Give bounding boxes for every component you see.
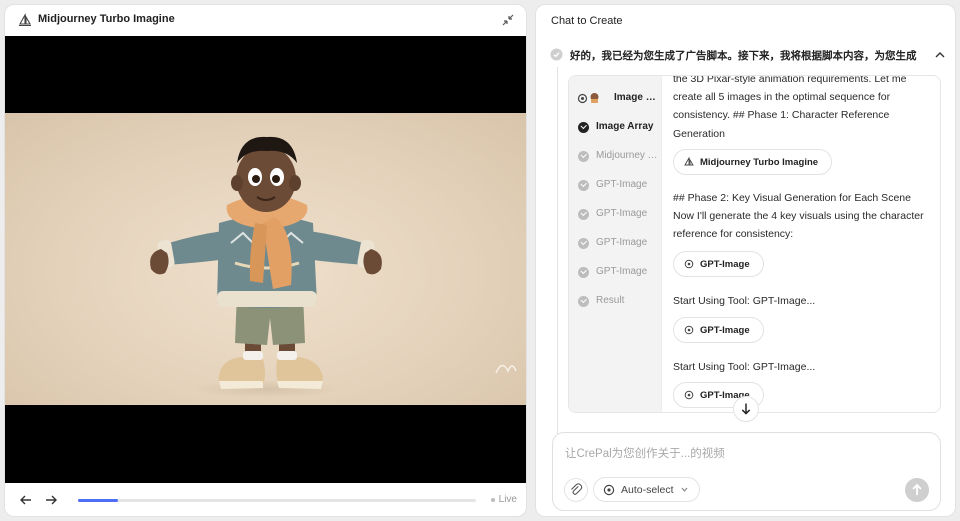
check-icon xyxy=(578,238,589,249)
tool-chip-label: GPT-Image xyxy=(700,324,750,336)
step-item-gpt-image-1[interactable]: GPT-Image xyxy=(578,177,660,195)
step-item-gpt-image-3[interactable]: GPT-Image xyxy=(578,235,660,253)
assistant-message-text: 好的，我已经为您生成了广告脚本。接下来，我将根据脚本内容，为您生成 xyxy=(570,50,917,62)
gpt-icon xyxy=(603,484,615,495)
gpt-icon xyxy=(684,259,694,269)
live-label: Live xyxy=(498,494,517,505)
check-icon xyxy=(578,267,589,278)
step-item-result[interactable]: Result xyxy=(578,293,660,311)
preview-header: Midjourney Turbo Imagine xyxy=(5,5,526,36)
tool-chip-gpt-image[interactable]: GPT-Image xyxy=(673,317,764,343)
send-arrow-icon[interactable] xyxy=(905,478,929,502)
chevron-up-icon[interactable] xyxy=(934,49,946,61)
prompt-input[interactable] xyxy=(565,445,925,463)
preview-panel: Midjourney Turbo Imagine Live xyxy=(4,4,527,517)
step-label: GPT-Image xyxy=(596,208,648,219)
generated-image xyxy=(5,113,526,405)
playback-controls: Live xyxy=(5,483,526,516)
step-label: Image Array xyxy=(596,121,654,132)
preview-title: Midjourney Turbo Imagine xyxy=(38,13,175,25)
check-icon xyxy=(578,209,589,220)
sail-icon xyxy=(684,157,694,166)
tool-chip-label: GPT-Image xyxy=(700,258,750,270)
media-viewer[interactable] xyxy=(5,36,526,483)
live-indicator: Live xyxy=(490,494,517,505)
step-label: Midjourney Turbo Imagine xyxy=(596,150,660,161)
character-illustration xyxy=(150,136,517,398)
gpt-icon xyxy=(684,390,694,400)
step-label: Result xyxy=(596,295,625,306)
step-label: GPT-Image xyxy=(596,266,648,277)
sail-icon xyxy=(19,13,31,27)
tool-chip-midjourney[interactable]: Midjourney Turbo Imagine xyxy=(673,149,833,175)
task-card: Image Reference Image Array Midjourney T… xyxy=(568,75,941,413)
check-icon xyxy=(578,296,589,307)
step-item-gpt-image-4[interactable]: GPT-Image xyxy=(578,264,660,282)
tool-chip-label: Midjourney Turbo Imagine xyxy=(700,156,819,168)
paperclip-icon[interactable] xyxy=(564,478,588,502)
collapse-icon[interactable] xyxy=(500,12,516,28)
step-label: Image Reference xyxy=(614,92,660,103)
check-icon xyxy=(550,48,563,61)
output-paragraph: the 3D Pixar-style animation requirement… xyxy=(673,76,907,140)
step-output: the 3D Pixar-style animation requirement… xyxy=(662,76,940,412)
output-paragraph: Start Using Tool: GPT-Image... xyxy=(673,361,816,373)
tool-chip-gpt-image[interactable]: GPT-Image xyxy=(673,251,764,277)
step-label: GPT-Image xyxy=(596,179,648,190)
assistant-message[interactable]: 好的，我已经为您生成了广告脚本。接下来，我将根据脚本内容，为您生成 xyxy=(550,46,946,64)
check-icon xyxy=(578,180,589,191)
step-item-image-array[interactable]: Image Array xyxy=(578,119,660,137)
step-item-gpt-image-2[interactable]: GPT-Image xyxy=(578,206,660,224)
mode-select-label: Auto-select xyxy=(621,483,674,496)
back-arrow-icon[interactable] xyxy=(18,492,34,508)
chat-panel: Chat to Create 好的，我已经为您生成了广告脚本。接下来，我将根据脚… xyxy=(535,4,956,517)
check-icon xyxy=(578,151,589,162)
down-arrow-icon[interactable] xyxy=(733,396,759,422)
chat-title: Chat to Create xyxy=(551,15,623,27)
mode-select[interactable]: Auto-select xyxy=(593,477,700,502)
progress-bar[interactable] xyxy=(78,499,476,502)
step-item-midjourney[interactable]: Midjourney Turbo Imagine xyxy=(578,148,660,166)
output-paragraph: Start Using Tool: GPT-Image... xyxy=(673,295,816,307)
timeline-line xyxy=(557,67,558,437)
chevron-down-icon xyxy=(681,487,687,492)
output-paragraph: ## Phase 2: Key Visual Generation for Ea… xyxy=(673,192,924,241)
step-list: Image Reference Image Array Midjourney T… xyxy=(569,76,662,412)
live-dot xyxy=(490,497,495,502)
forward-arrow-icon[interactable] xyxy=(43,492,59,508)
check-icon xyxy=(578,122,589,133)
gpt-icon xyxy=(577,93,588,104)
step-label: GPT-Image xyxy=(596,237,648,248)
progress-fill xyxy=(78,499,118,502)
step-item-image-reference[interactable]: Image Reference xyxy=(577,90,660,108)
composer: Auto-select xyxy=(552,432,941,511)
character-emoji-icon xyxy=(590,93,599,103)
gpt-icon xyxy=(684,325,694,335)
